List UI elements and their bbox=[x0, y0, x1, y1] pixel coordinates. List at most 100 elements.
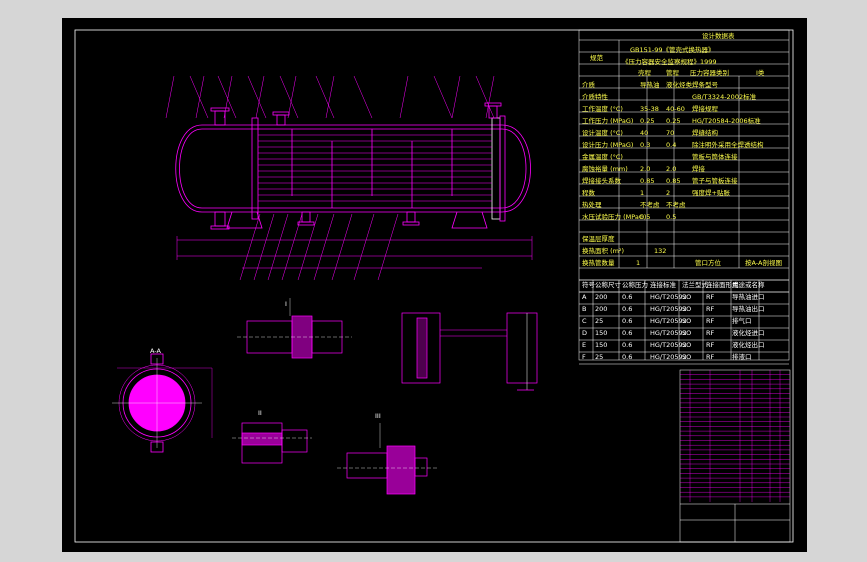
parts-list-table bbox=[679, 369, 791, 543]
design-shell-cell: 不考虑 bbox=[640, 201, 660, 209]
nozzle-cell: RF bbox=[706, 329, 715, 337]
nozzle-cell: 导热油进口 bbox=[732, 293, 765, 301]
view-label-detail-2: II bbox=[258, 409, 262, 417]
design-label-cell: 设计压力 (MPaG) bbox=[582, 141, 634, 149]
spec-line-1: GB151-99《管壳式换热器》 bbox=[630, 46, 715, 54]
design-shell-cell: 1 bbox=[640, 189, 645, 197]
nozzle-cell: 25 bbox=[595, 317, 604, 325]
nozzle-orientation-label: 管口方位 bbox=[695, 259, 721, 267]
design-shell-cell: 0.85 bbox=[640, 177, 655, 185]
part-leader bbox=[217, 75, 237, 119]
nozzle-cell: 0.6 bbox=[622, 341, 633, 349]
detail-ii-view bbox=[232, 422, 312, 464]
design-right-cell: GB/T3324-2002标准 bbox=[692, 93, 757, 101]
support-plate-view bbox=[401, 312, 538, 391]
design-tube-cell: 0.5 bbox=[666, 213, 677, 221]
nozzle-cell: SO bbox=[682, 353, 692, 361]
design-table-heading: 设计数据表 bbox=[702, 32, 735, 40]
design-label-cell: 工作温度 (°C) bbox=[582, 105, 623, 113]
part-leader bbox=[195, 75, 205, 119]
nozzle-header-cell: 用途或名称 bbox=[732, 281, 765, 289]
nozzle-cell: SO bbox=[682, 305, 692, 313]
nozzle-orientation-value: 按A-A剖视图 bbox=[745, 259, 782, 267]
design-tube-cell: 0.25 bbox=[666, 117, 681, 125]
nozzle-cell: 25 bbox=[595, 353, 604, 361]
nozzle-cell: SO bbox=[682, 341, 692, 349]
part-leader bbox=[297, 213, 319, 281]
spec-label: 规范 bbox=[590, 54, 603, 62]
part-leader bbox=[331, 213, 353, 281]
part-leader bbox=[399, 75, 409, 119]
nozzle-cell: 150 bbox=[595, 329, 608, 337]
heat-area-label: 换热面积 (m²) bbox=[582, 247, 625, 255]
design-label-cell: 介质特性 bbox=[582, 93, 608, 101]
design-label-cell: 热处理 bbox=[582, 201, 602, 209]
nozzle-cell: 液化烃出口 bbox=[732, 341, 765, 349]
design-label-cell: 焊接接头系数 bbox=[582, 177, 621, 185]
design-shell-cell: 40 bbox=[640, 129, 649, 137]
nozzle-cell: A bbox=[582, 293, 587, 301]
nozzle-header-cell: 连接标准 bbox=[650, 281, 676, 289]
design-right-cell: 焊接 bbox=[692, 165, 705, 173]
part-leader bbox=[165, 75, 175, 119]
design-label-cell: 工作压力 (MPaG) bbox=[582, 117, 634, 125]
nozzle-cell: E bbox=[582, 341, 587, 349]
design-label-cell: 金属温度 (°C) bbox=[582, 153, 623, 161]
design-right-cell: 焊接规程 bbox=[692, 105, 718, 113]
part-leader bbox=[451, 75, 461, 119]
view-label-detail-1: I bbox=[285, 300, 287, 308]
view-label-aa: A-A bbox=[150, 347, 161, 355]
col-shell: 壳程 bbox=[638, 69, 651, 77]
heat-area-value: 132 bbox=[654, 247, 667, 255]
nozzle-cell: 液化烃进口 bbox=[732, 329, 765, 337]
tube-bundle bbox=[258, 134, 492, 202]
design-shell-cell: 0.3 bbox=[640, 141, 651, 149]
insulation-label: 保温层厚度 bbox=[582, 235, 615, 243]
design-shell-cell: 0.25 bbox=[640, 117, 655, 125]
design-tube-cell: 不考虑 bbox=[666, 201, 686, 209]
design-right-cell: 焊条型号 bbox=[692, 81, 718, 89]
part-leader bbox=[315, 75, 335, 119]
nozzle-cell: SO bbox=[682, 329, 692, 337]
vessel-class-value: I类 bbox=[756, 69, 765, 77]
nozzle-header-cell: 公称压力 bbox=[622, 281, 648, 289]
col-vessel-class: 压力容器类别 bbox=[690, 69, 729, 77]
design-right-cell: 管板与筒体连接 bbox=[692, 153, 738, 161]
nozzle-header-cell: 符号 bbox=[582, 281, 595, 289]
design-shell-cell: 0.5 bbox=[640, 213, 651, 221]
part-leader bbox=[377, 213, 399, 281]
nozzle-cell: SO bbox=[682, 317, 692, 325]
nozzle-cell: D bbox=[582, 329, 588, 337]
part-leader bbox=[223, 75, 233, 119]
design-tube-cell: 液化烃类 bbox=[666, 81, 692, 89]
design-shell-cell: 2.0 bbox=[640, 165, 651, 173]
design-label-cell: 介质 bbox=[582, 81, 595, 89]
design-label-cell: 程数 bbox=[582, 189, 595, 197]
detail-iii-view bbox=[337, 423, 437, 495]
part-leader bbox=[353, 75, 373, 119]
nozzle-cell: 排液口 bbox=[732, 353, 752, 361]
design-shell-cell: 导热油 bbox=[640, 81, 660, 89]
nozzle-cell: F bbox=[582, 353, 586, 361]
nozzle-cell: 200 bbox=[595, 293, 608, 301]
detail-flange-joint bbox=[237, 298, 352, 359]
tube-count-value: 1 bbox=[636, 259, 641, 267]
design-tube-cell: 2 bbox=[666, 189, 671, 197]
spec-line-2: 《压力容器安全监察规程》1999 bbox=[622, 58, 717, 66]
design-tube-cell: 0.4 bbox=[666, 141, 677, 149]
drawing-sheet: 设计数据表 规范 GB151-99《管壳式换热器》 《压力容器安全监察规程》19… bbox=[62, 18, 807, 552]
design-label-cell: 水压试验压力 (MPaG) bbox=[582, 213, 647, 221]
design-label-cell: 设计温度 (°C) bbox=[582, 129, 623, 137]
nozzle-cell: RF bbox=[706, 293, 715, 301]
part-leader bbox=[353, 213, 375, 281]
part-leader bbox=[325, 75, 335, 119]
part-leader bbox=[189, 75, 209, 119]
nozzle-cell: RF bbox=[706, 305, 715, 313]
nozzle-cell: 0.6 bbox=[622, 305, 633, 313]
nozzle-cell: 0.6 bbox=[622, 317, 633, 325]
design-shell-cell: 35-38 bbox=[640, 105, 659, 113]
part-leader bbox=[313, 213, 335, 281]
nozzle-cell: 排气口 bbox=[732, 317, 752, 325]
nozzle-cell: 150 bbox=[595, 341, 608, 349]
design-right-cell: 管子与管板连接 bbox=[692, 177, 738, 185]
